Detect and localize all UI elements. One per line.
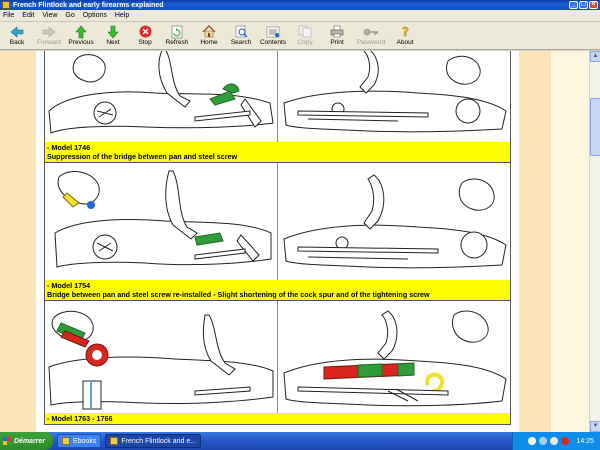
lock-models-table: - Model 1746 Suppression of the bridge b… — [44, 51, 511, 425]
windows-logo-icon — [3, 437, 11, 445]
lock-illustration-outside — [45, 163, 278, 280]
folder-icon — [62, 437, 70, 445]
contents-icon — [265, 24, 281, 39]
about-button[interactable]: ? About — [390, 22, 420, 47]
next-arrow-icon — [105, 24, 121, 39]
taskbar-item-ebooks[interactable]: Ebooks — [57, 434, 102, 448]
table-row: - Model 1763 - 1766 — [45, 301, 510, 425]
task-label: French Flintlock and e... — [121, 437, 197, 445]
system-tray: 14:25 — [512, 432, 600, 450]
left-margin-band — [0, 51, 36, 432]
model-description: Bridge between pan and steel screw re-in… — [47, 290, 430, 299]
forward-arrow-icon — [41, 24, 57, 39]
model-label: - Model 1754 — [47, 281, 91, 290]
model-label: - Model 1746 — [47, 143, 91, 152]
lock-illustration-inside — [278, 301, 511, 413]
stop-button[interactable]: Stop — [130, 22, 160, 46]
menu-bar: File Edit View Go Options Help — [0, 10, 600, 22]
previous-arrow-icon — [73, 24, 89, 39]
row-caption: - Model 1763 - 1766 — [45, 413, 510, 424]
row-caption: - Model 1754 Bridge between pan and stee… — [45, 280, 510, 300]
stop-icon — [137, 24, 153, 39]
contents-button[interactable]: Contents — [258, 22, 288, 46]
home-icon — [201, 24, 217, 39]
ebook-app-icon — [110, 437, 119, 445]
menu-go[interactable]: Go — [65, 12, 74, 19]
task-label: Ebooks — [73, 437, 97, 445]
svg-text:?: ? — [402, 25, 409, 39]
row-caption: - Model 1746 Suppression of the bridge b… — [45, 142, 510, 162]
clock: 14:25 — [576, 437, 594, 445]
lock-illustration-inside — [278, 51, 511, 142]
tray-volume-icon[interactable] — [550, 437, 559, 445]
forward-button[interactable]: Forward — [34, 22, 64, 46]
search-icon — [233, 24, 249, 39]
title-bar: French Flintlock and early firearms expl… — [0, 0, 600, 10]
table-row: - Model 1754 Bridge between pan and stee… — [45, 163, 510, 301]
model-description: Suppression of the bridge between pan an… — [47, 152, 238, 161]
password-key-icon — [363, 24, 379, 39]
previous-button[interactable]: Previous — [66, 22, 96, 46]
start-button[interactable]: Démarrer — [0, 432, 53, 450]
refresh-button[interactable]: Refresh — [162, 22, 192, 46]
copy-button[interactable]: Copy — [290, 22, 320, 46]
tray-language-icon[interactable] — [528, 437, 537, 445]
scroll-up-button[interactable]: ▲ — [590, 51, 600, 62]
right-margin-band — [519, 51, 551, 432]
taskbar-item-french-flintlock[interactable]: French Flintlock and e... — [105, 434, 202, 448]
next-button[interactable]: Next — [98, 22, 128, 46]
password-button[interactable]: Password — [354, 22, 388, 46]
menu-edit[interactable]: Edit — [22, 12, 34, 19]
back-arrow-icon — [9, 24, 25, 39]
window-title: French Flintlock and early firearms expl… — [13, 1, 164, 9]
content-area: - Model 1746 Suppression of the bridge b… — [0, 51, 600, 432]
close-button[interactable]: × — [589, 1, 598, 9]
lock-illustration-outside — [45, 51, 278, 142]
scroll-down-button[interactable]: ▼ — [590, 421, 600, 432]
tray-network-icon[interactable] — [539, 437, 548, 445]
menu-options[interactable]: Options — [83, 12, 107, 19]
print-button[interactable]: Print — [322, 22, 352, 46]
minimize-button[interactable]: _ — [569, 1, 578, 9]
tray-security-icon[interactable] — [561, 437, 570, 445]
search-button[interactable]: Search — [226, 22, 256, 46]
refresh-icon — [169, 24, 185, 39]
document-page: - Model 1746 Suppression of the bridge b… — [36, 51, 519, 432]
menu-file[interactable]: File — [3, 12, 14, 19]
model-label: - Model 1763 - 1766 — [47, 414, 113, 423]
copy-icon — [297, 24, 313, 39]
about-icon: ? — [397, 24, 413, 39]
lock-illustration-inside — [278, 163, 511, 280]
home-button[interactable]: Home — [194, 22, 224, 46]
app-icon — [2, 1, 10, 9]
vertical-scrollbar[interactable]: ▲ ▼ — [589, 51, 600, 432]
start-label: Démarrer — [14, 437, 46, 445]
menu-view[interactable]: View — [42, 12, 57, 19]
maximize-button[interactable]: □ — [579, 1, 588, 9]
scroll-thumb[interactable] — [590, 98, 600, 156]
back-button[interactable]: Back — [2, 22, 32, 46]
taskbar: Démarrer Ebooks French Flintlock and e..… — [0, 432, 600, 450]
toolbar: Back Forward Previous Next Stop Refresh … — [0, 22, 600, 50]
window-controls: _ □ × — [569, 1, 598, 9]
menu-help[interactable]: Help — [115, 12, 129, 19]
table-row: - Model 1746 Suppression of the bridge b… — [45, 51, 510, 163]
lock-illustration-outside — [45, 301, 278, 413]
print-icon — [329, 24, 345, 39]
